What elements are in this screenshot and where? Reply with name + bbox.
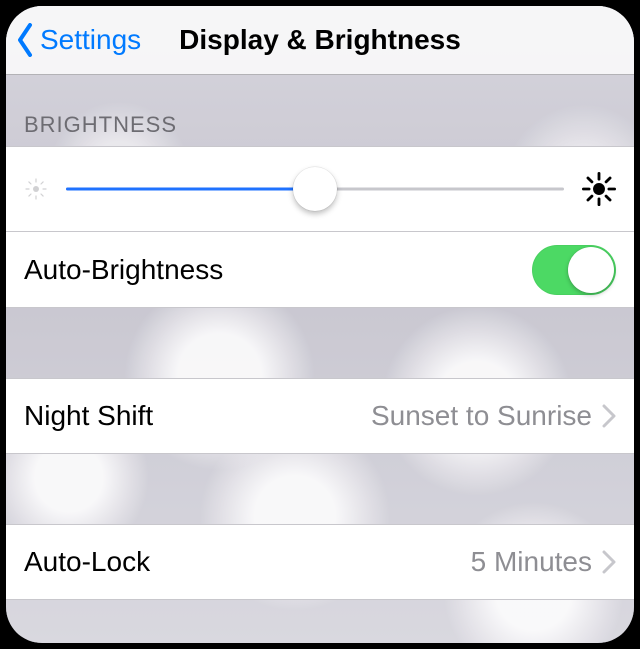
- brightness-slider-cell: [6, 146, 634, 232]
- auto-lock-value: 5 Minutes: [471, 546, 592, 578]
- brightness-slider[interactable]: [66, 169, 564, 209]
- screen: Settings Display & Brightness BRIGHTNESS: [6, 6, 634, 643]
- auto-brightness-toggle[interactable]: [532, 245, 616, 295]
- auto-brightness-label: Auto-Brightness: [24, 254, 223, 286]
- night-shift-cell[interactable]: Night Shift Sunset to Sunrise: [6, 378, 634, 454]
- navigation-bar: Settings Display & Brightness: [6, 6, 634, 75]
- auto-lock-cell[interactable]: Auto-Lock 5 Minutes: [6, 524, 634, 600]
- night-shift-label: Night Shift: [24, 400, 153, 432]
- night-shift-value: Sunset to Sunrise: [371, 400, 592, 432]
- chevron-right-icon: [602, 550, 616, 574]
- brightness-high-icon: [582, 172, 616, 206]
- section-gap: [6, 454, 634, 524]
- brightness-low-icon: [24, 177, 48, 201]
- chevron-right-icon: [602, 404, 616, 428]
- content: BRIGHTNESS: [6, 74, 634, 643]
- back-label: Settings: [40, 26, 141, 54]
- auto-brightness-cell: Auto-Brightness: [6, 232, 634, 308]
- section-gap: [6, 308, 634, 378]
- chevron-left-icon: [16, 23, 36, 57]
- auto-lock-label: Auto-Lock: [24, 546, 150, 578]
- section-header-brightness: BRIGHTNESS: [6, 74, 634, 146]
- back-button[interactable]: Settings: [6, 23, 141, 57]
